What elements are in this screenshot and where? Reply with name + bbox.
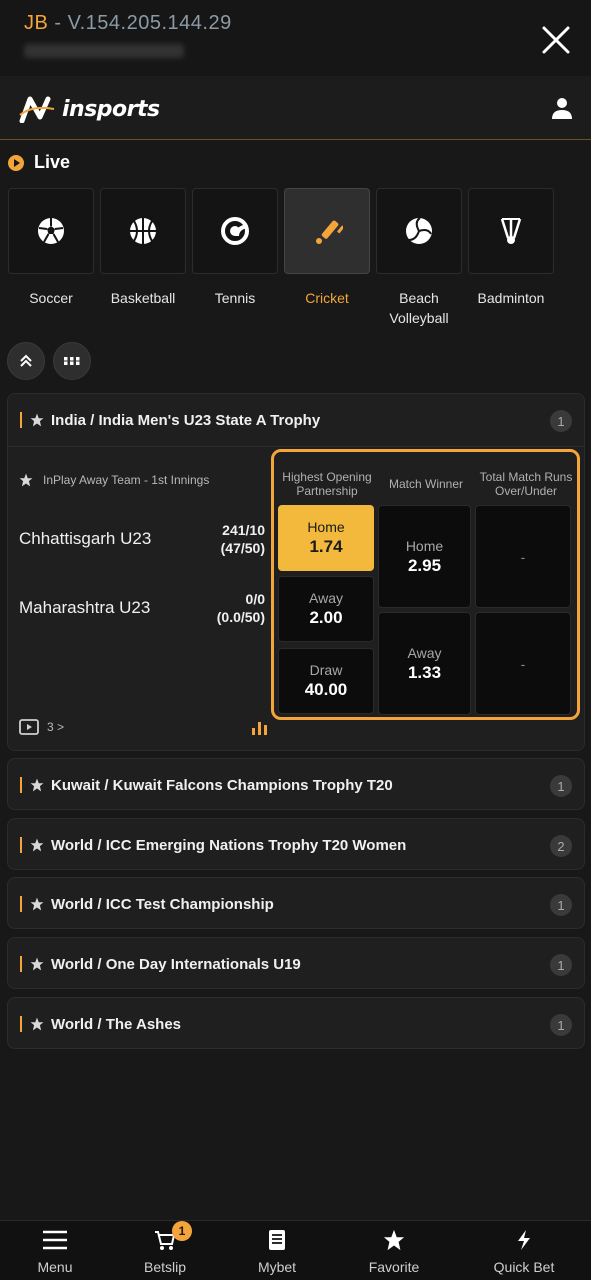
- cricket-bat-icon: [316, 220, 343, 244]
- star-icon: [383, 1229, 405, 1251]
- star-icon[interactable]: [30, 897, 44, 911]
- betslip-count-badge: 1: [172, 1221, 192, 1241]
- away-score: 0/0 (0.0/50): [216, 591, 265, 625]
- league-card[interactable]: World / One Day Internationals U19 1: [7, 937, 585, 989]
- match-stats-link[interactable]: 3 >: [19, 719, 64, 735]
- market-header-partnership: Highest Opening Partnership: [282, 470, 372, 498]
- away-team-name: Maharashtra U23: [19, 598, 151, 617]
- double-chevron-up-icon: [20, 354, 32, 367]
- blurred-account: [24, 44, 184, 58]
- stats-chart-icon[interactable]: [251, 719, 269, 740]
- bottom-nav: Menu 1 Betslip Mybet Favorite Quick Bet: [0, 1220, 591, 1280]
- league-card[interactable]: World / ICC Emerging Nations Trophy T20 …: [7, 818, 585, 870]
- tennis-ball-icon: [221, 217, 249, 245]
- grid-view-button[interactable]: [53, 342, 91, 380]
- sport-cricket[interactable]: Cricket: [284, 188, 370, 308]
- version-label: JB - V.154.205.144.29: [24, 12, 232, 34]
- home-score: 241/10 (47/50): [220, 522, 265, 556]
- play-icon: [8, 154, 24, 171]
- match-status: InPlay Away Team - 1st Innings: [19, 473, 209, 487]
- league-header[interactable]: World / One Day Internationals U19 1: [8, 938, 584, 990]
- sport-badminton[interactable]: Badminton: [468, 188, 554, 308]
- shuttlecock-icon: [500, 218, 522, 244]
- odd-partnership-away[interactable]: Away 2.00: [278, 576, 374, 642]
- odd-totals-over[interactable]: -: [475, 505, 571, 608]
- video-icon: [19, 719, 39, 735]
- star-icon[interactable]: [30, 778, 44, 792]
- app-header: insports: [0, 76, 591, 140]
- brand-logo[interactable]: insports: [18, 94, 160, 124]
- market-header-winner: Match Winner: [388, 477, 464, 491]
- top-bar: JB - V.154.205.144.29: [0, 0, 591, 76]
- star-icon[interactable]: [19, 473, 33, 487]
- collapse-all-button[interactable]: [7, 342, 45, 380]
- odd-winner-home[interactable]: Home 2.95: [378, 505, 471, 608]
- lightning-icon: [518, 1230, 530, 1250]
- event-count-badge: 1: [550, 775, 572, 797]
- nav-quick-bet[interactable]: Quick Bet: [469, 1221, 579, 1280]
- sports-carousel[interactable]: Soccer Basketball Tennis Cricket Beach V…: [6, 188, 591, 338]
- sport-soccer[interactable]: Soccer: [8, 188, 94, 308]
- league-header[interactable]: World / ICC Emerging Nations Trophy T20 …: [8, 819, 584, 871]
- menu-icon: [43, 1230, 67, 1250]
- event-count-badge: 1: [550, 410, 572, 432]
- volleyball-icon: [406, 217, 432, 244]
- soccer-ball-icon: [38, 218, 64, 244]
- league-card[interactable]: World / The Ashes 1: [7, 997, 585, 1049]
- market-header-totals: Total Match Runs Over/Under: [479, 470, 573, 498]
- odd-winner-away[interactable]: Away 1.33: [378, 612, 471, 715]
- grid-dots-icon: [64, 357, 80, 365]
- star-icon[interactable]: [30, 1017, 44, 1031]
- live-section-title: Live: [8, 152, 70, 173]
- star-icon[interactable]: [30, 413, 44, 427]
- logo-text: insports: [62, 96, 160, 122]
- sport-tennis[interactable]: Tennis: [192, 188, 278, 308]
- nav-betslip[interactable]: 1 Betslip: [110, 1221, 220, 1280]
- event-count-badge: 1: [550, 954, 572, 976]
- user-icon[interactable]: [550, 96, 574, 125]
- nav-mybet[interactable]: Mybet: [222, 1221, 332, 1280]
- sport-basketball[interactable]: Basketball: [100, 188, 186, 308]
- sport-beach-volleyball[interactable]: Beach Volleyball: [376, 188, 462, 328]
- league-card[interactable]: World / ICC Test Championship 1: [7, 877, 585, 929]
- star-icon[interactable]: [30, 957, 44, 971]
- odd-totals-under[interactable]: -: [475, 612, 571, 715]
- event-count-badge: 1: [550, 1014, 572, 1036]
- league-header[interactable]: Kuwait / Kuwait Falcons Champions Trophy…: [8, 759, 584, 811]
- receipt-icon: [269, 1230, 285, 1250]
- star-icon[interactable]: [30, 838, 44, 852]
- league-card[interactable]: Kuwait / Kuwait Falcons Champions Trophy…: [7, 758, 585, 810]
- home-team-name: Chhattisgarh U23: [19, 529, 152, 548]
- close-icon[interactable]: [538, 22, 574, 58]
- league-header[interactable]: World / The Ashes 1: [8, 998, 584, 1050]
- markets-panel: Highest Opening Partnership Match Winner…: [271, 449, 580, 720]
- logo-mark-icon: [19, 96, 55, 123]
- event-count-badge: 2: [550, 835, 572, 857]
- league-header[interactable]: India / India Men's U23 State A Trophy 1: [8, 394, 584, 446]
- basketball-icon: [130, 218, 156, 244]
- league-header[interactable]: World / ICC Test Championship 1: [8, 878, 584, 930]
- nav-favorite[interactable]: Favorite: [339, 1221, 449, 1280]
- odd-partnership-home[interactable]: Home 1.74: [278, 505, 374, 571]
- event-count-badge: 1: [550, 894, 572, 916]
- odd-partnership-draw[interactable]: Draw 40.00: [278, 648, 374, 714]
- nav-menu[interactable]: Menu: [0, 1221, 110, 1280]
